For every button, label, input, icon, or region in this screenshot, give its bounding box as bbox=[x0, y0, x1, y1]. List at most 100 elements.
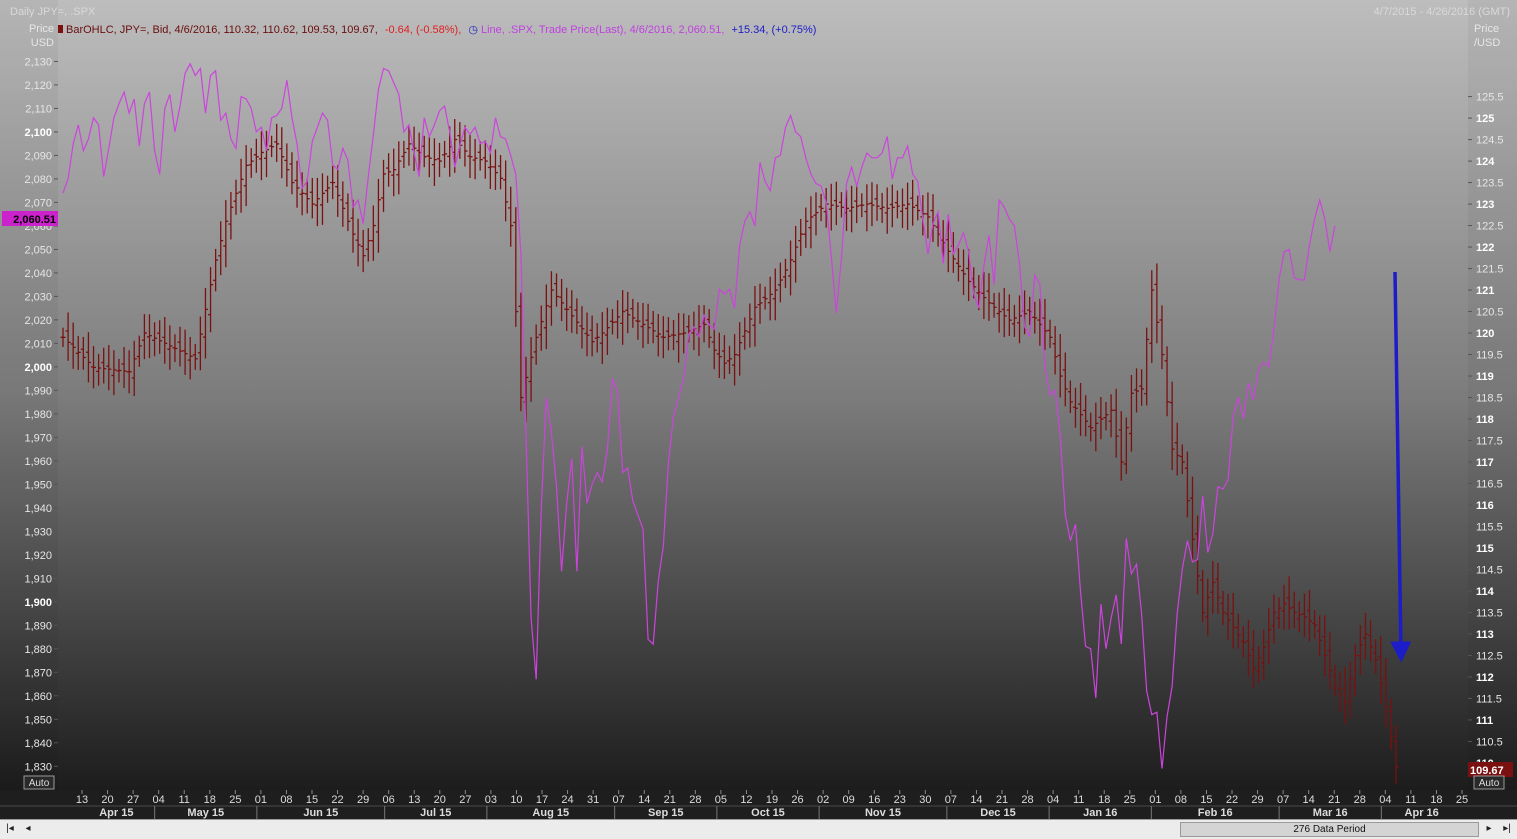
x-day-label: 01 bbox=[1149, 794, 1161, 806]
right-tick-label: 121.5 bbox=[1476, 264, 1504, 276]
right-tick-label: 118 bbox=[1476, 414, 1494, 426]
x-day-label: 12 bbox=[740, 794, 752, 806]
right-auto-label: Auto bbox=[1479, 778, 1500, 789]
left-tick-label: 1,830 bbox=[24, 761, 52, 773]
x-day-label: 14 bbox=[638, 794, 650, 806]
x-day-label: 03 bbox=[485, 794, 497, 806]
price-chart[interactable]: Daily JPY=, .SPX 4/7/2015 - 4/26/2016 (G… bbox=[0, 0, 1517, 819]
left-tick-label: 1,900 bbox=[24, 597, 52, 609]
x-day-label: 06 bbox=[383, 794, 395, 806]
left-tick-label: 1,990 bbox=[24, 385, 52, 397]
x-month-label: Aug 15 bbox=[532, 807, 569, 819]
left-tick-label: 1,910 bbox=[24, 573, 52, 585]
left-tick-label: 1,920 bbox=[24, 550, 52, 562]
scroll-right-icon[interactable]: ▸ bbox=[1481, 822, 1497, 836]
scrollbar-thumb[interactable]: 276 Data Period bbox=[1180, 822, 1479, 837]
x-day-label: 08 bbox=[280, 794, 292, 806]
x-day-label: 08 bbox=[1175, 794, 1187, 806]
left-auto-label: Auto bbox=[29, 778, 50, 789]
left-tick-label: 2,130 bbox=[24, 56, 52, 68]
date-range: 4/7/2015 - 4/26/2016 (GMT) bbox=[1374, 6, 1510, 18]
x-month-label: Apr 16 bbox=[1405, 807, 1439, 819]
x-day-label: 07 bbox=[945, 794, 957, 806]
left-tick-label: 2,080 bbox=[24, 174, 52, 186]
right-tick-label: 117.5 bbox=[1476, 436, 1503, 448]
left-tick-label: 2,040 bbox=[24, 268, 52, 280]
left-tick-label: 2,120 bbox=[24, 80, 52, 92]
chart-window: Daily JPY=, .SPX 4/7/2015 - 4/26/2016 (G… bbox=[0, 0, 1517, 839]
right-current-label: 109.67 bbox=[1468, 762, 1513, 777]
x-month-label: Mar 16 bbox=[1313, 807, 1348, 819]
left-tick-label: 2,000 bbox=[24, 362, 52, 374]
legend-bar-change: -0.64, (-0.58%), bbox=[385, 24, 461, 36]
left-axis-title-line-2: USD bbox=[31, 37, 54, 49]
left-tick-label: 2,110 bbox=[25, 103, 52, 115]
x-day-label: 25 bbox=[229, 794, 241, 806]
right-tick-label: 122 bbox=[1476, 242, 1494, 254]
legend-line-text: Line, .SPX, Trade Price(Last), 4/6/2016,… bbox=[481, 24, 724, 36]
x-day-label: 27 bbox=[127, 794, 139, 806]
x-day-label: 07 bbox=[613, 794, 625, 806]
x-day-label: 14 bbox=[970, 794, 982, 806]
left-tick-label: 1,850 bbox=[24, 714, 52, 726]
right-tick-label: 125 bbox=[1476, 113, 1494, 125]
right-tick-label: 123.5 bbox=[1476, 178, 1504, 190]
x-day-label: 14 bbox=[1303, 794, 1315, 806]
data-period-label: 276 Data Period bbox=[1293, 824, 1366, 835]
x-day-label: 20 bbox=[101, 794, 113, 806]
left-current-value: 2,060.51 bbox=[13, 214, 56, 226]
right-tick-label: 115 bbox=[1476, 543, 1494, 555]
x-day-label: 13 bbox=[408, 794, 420, 806]
left-tick-label: 1,880 bbox=[24, 644, 52, 656]
x-day-label: 20 bbox=[434, 794, 446, 806]
x-day-label: 05 bbox=[715, 794, 727, 806]
x-day-label: 04 bbox=[153, 794, 165, 806]
left-tick-label: 1,930 bbox=[24, 526, 52, 538]
left-auto-button[interactable]: Auto bbox=[23, 775, 55, 790]
x-month-label: Jun 15 bbox=[303, 807, 338, 819]
left-tick-label: 2,020 bbox=[24, 315, 52, 327]
x-day-label: 07 bbox=[1277, 794, 1289, 806]
right-tick-label: 120 bbox=[1476, 328, 1494, 340]
right-auto-button[interactable]: Auto bbox=[1473, 775, 1505, 790]
x-day-label: 31 bbox=[587, 794, 599, 806]
x-month-label: Jan 16 bbox=[1083, 807, 1117, 819]
x-day-label: 18 bbox=[204, 794, 216, 806]
x-day-label: 09 bbox=[843, 794, 855, 806]
right-current-value: 109.67 bbox=[1470, 765, 1504, 777]
right-tick-label: 111 bbox=[1476, 715, 1493, 727]
legend: BarOHLC, JPY=, Bid, 4/6/2016, 110.32, 11… bbox=[58, 24, 816, 36]
right-axis-title-line-2: /USD bbox=[1474, 37, 1500, 49]
left-tick-label: 1,970 bbox=[24, 432, 52, 444]
scroll-end-icon[interactable]: ▸| bbox=[1499, 822, 1515, 836]
right-tick-label: 119 bbox=[1476, 371, 1494, 383]
x-day-label: 26 bbox=[791, 794, 803, 806]
right-tick-label: 123 bbox=[1476, 199, 1494, 211]
right-tick-label: 110.5 bbox=[1476, 736, 1503, 748]
left-current-label: 2,060.51 bbox=[2, 211, 58, 226]
right-axis-title-line-1: Price bbox=[1474, 23, 1499, 35]
x-month-label: Sep 15 bbox=[648, 807, 683, 819]
x-day-label: 16 bbox=[868, 794, 880, 806]
x-day-label: 19 bbox=[766, 794, 778, 806]
right-tick-label: 118.5 bbox=[1476, 393, 1503, 405]
x-month-label: Dec 15 bbox=[980, 807, 1015, 819]
scroll-home-icon[interactable]: |◂ bbox=[2, 822, 18, 836]
left-tick-label: 1,840 bbox=[24, 738, 52, 750]
left-tick-label: 1,860 bbox=[24, 691, 52, 703]
time-scrollbar[interactable]: |◂ ◂ 276 Data Period ▸ ▸| bbox=[0, 819, 1517, 839]
x-day-label: 21 bbox=[996, 794, 1008, 806]
window-title: Daily JPY=, .SPX bbox=[10, 6, 96, 18]
legend-line: BarOHLC, JPY=, Bid, 4/6/2016, 110.32, 11… bbox=[66, 24, 816, 36]
right-tick-label: 124.5 bbox=[1476, 135, 1504, 147]
x-day-label: 22 bbox=[1226, 794, 1238, 806]
x-day-label: 04 bbox=[1379, 794, 1391, 806]
x-day-label: 18 bbox=[1098, 794, 1110, 806]
scroll-left-icon[interactable]: ◂ bbox=[20, 822, 36, 836]
x-day-label: 28 bbox=[1021, 794, 1033, 806]
x-day-label: 15 bbox=[1200, 794, 1212, 806]
x-day-label: 22 bbox=[331, 794, 343, 806]
x-day-label: 24 bbox=[561, 794, 573, 806]
right-tick-label: 116.5 bbox=[1476, 479, 1503, 491]
x-day-label: 13 bbox=[76, 794, 88, 806]
